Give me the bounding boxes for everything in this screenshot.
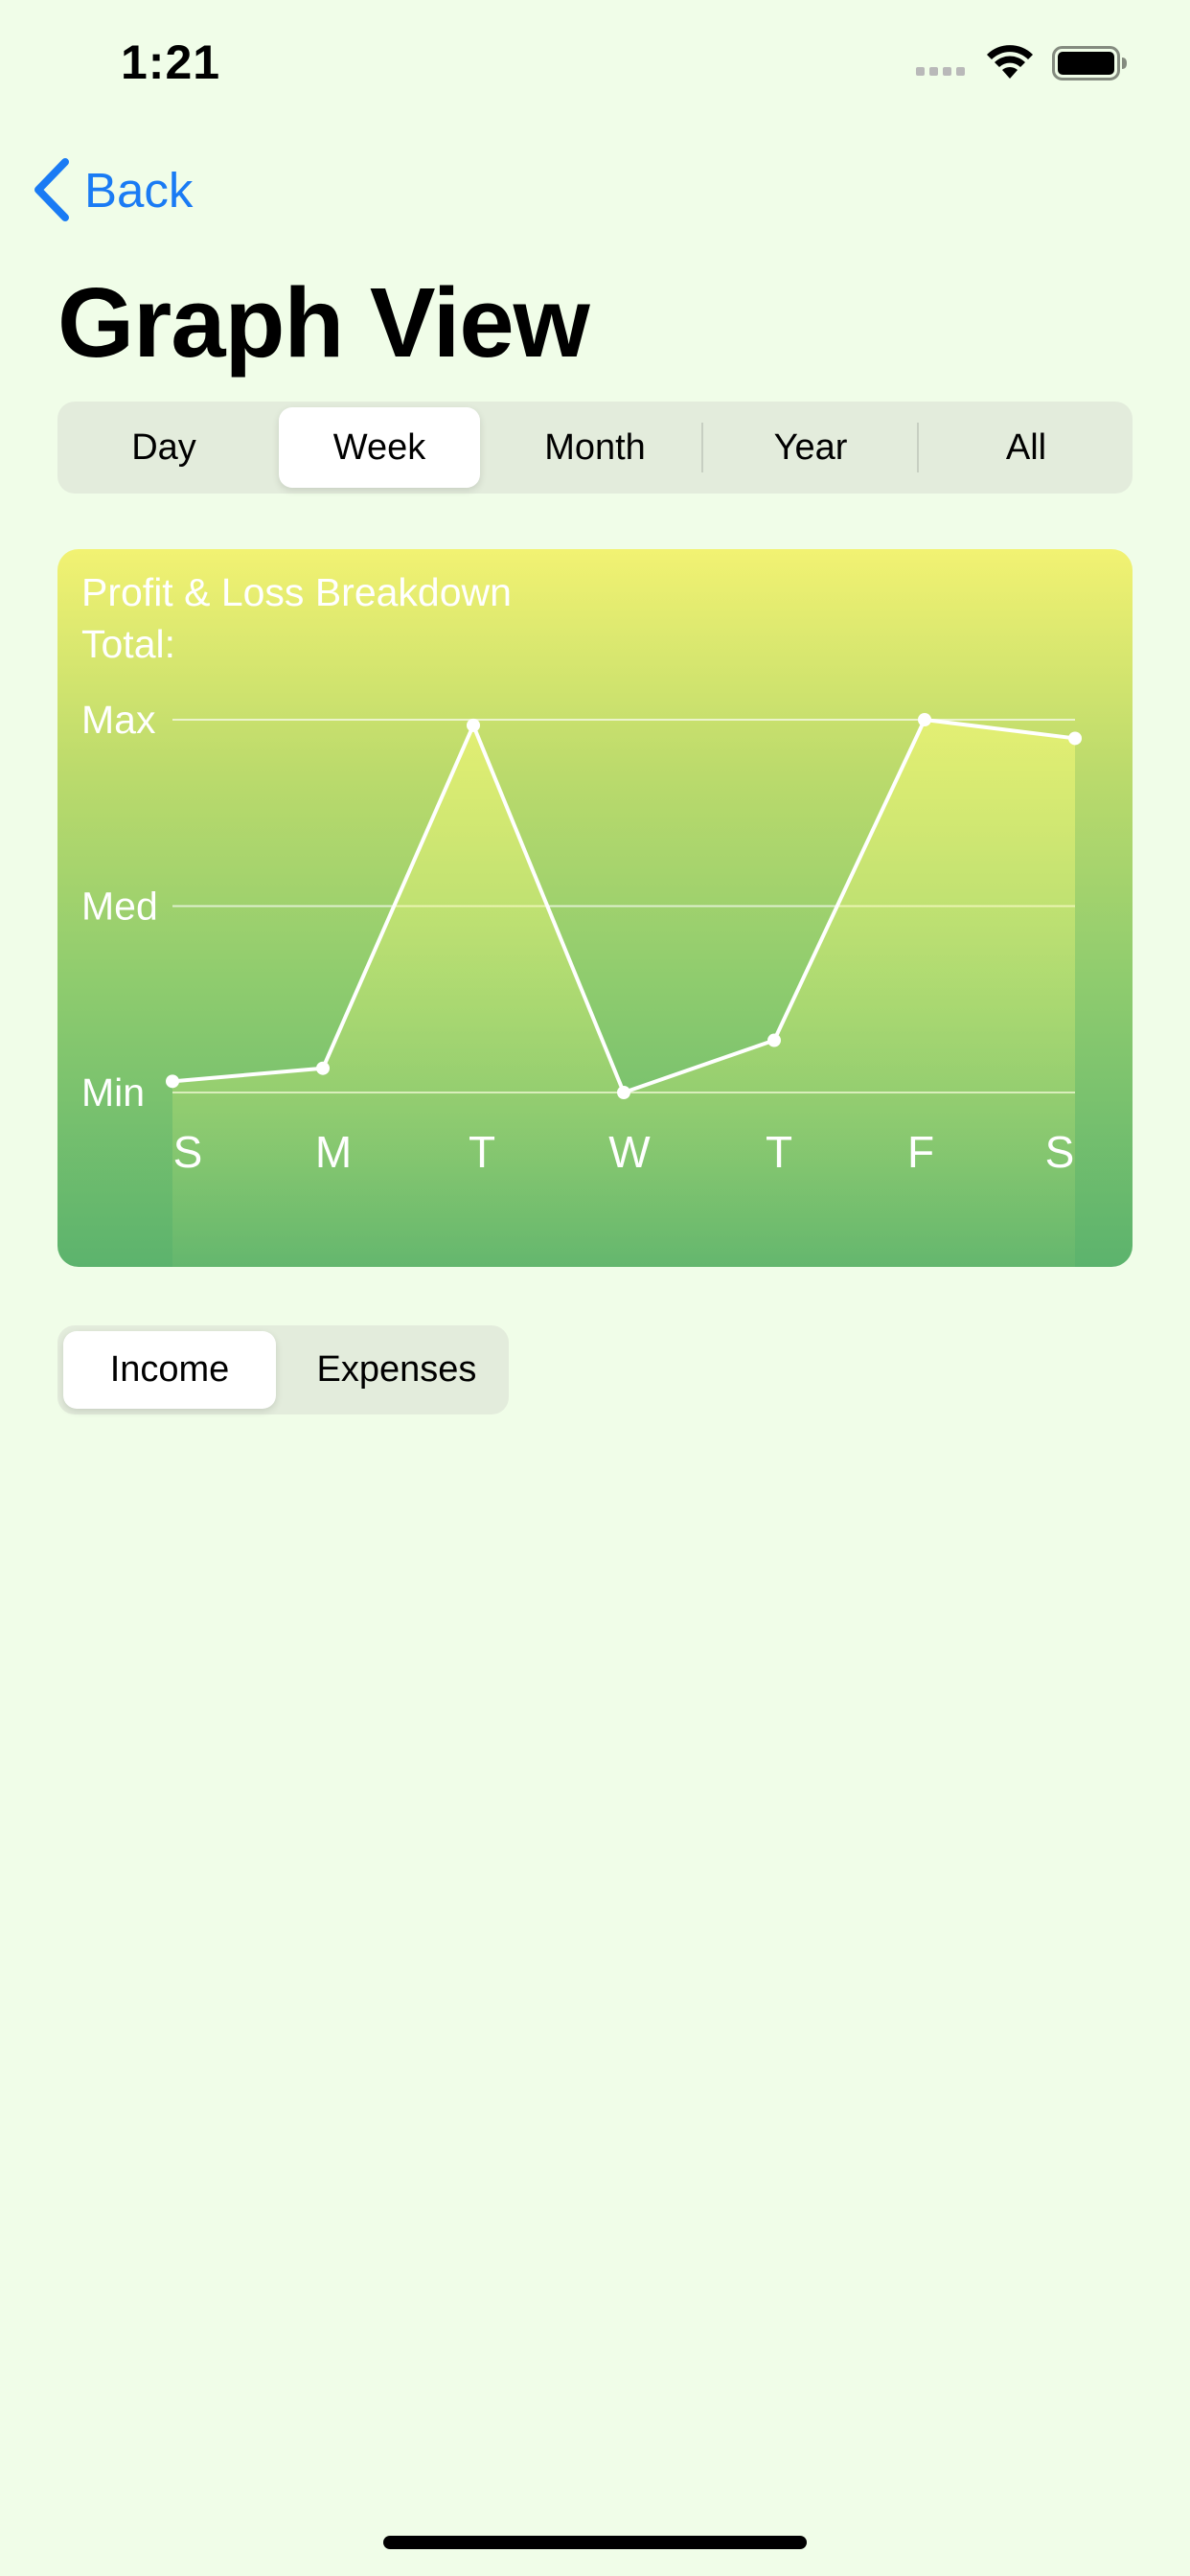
- x-tick-label: W: [608, 1127, 651, 1177]
- x-tick-label: M: [315, 1127, 352, 1177]
- segment-week[interactable]: Week: [279, 407, 480, 488]
- segment-income[interactable]: Income: [63, 1331, 276, 1409]
- x-tick-label: S: [1045, 1127, 1075, 1177]
- segment-expenses[interactable]: Expenses: [290, 1331, 503, 1409]
- y-tick-label: Max: [81, 698, 156, 742]
- x-tick-label: S: [173, 1127, 203, 1177]
- data-point: [617, 1086, 630, 1099]
- period-segmented-control: Day Week Month Year All: [57, 402, 1133, 494]
- status-bar: 1:21: [0, 0, 1190, 134]
- data-point: [316, 1061, 330, 1075]
- segment-divider: [701, 423, 703, 472]
- segment-year[interactable]: Year: [710, 407, 911, 488]
- data-point: [767, 1033, 781, 1047]
- data-point: [467, 718, 480, 732]
- back-button[interactable]: Back: [33, 153, 193, 226]
- segment-divider: [917, 423, 919, 472]
- segment-month[interactable]: Month: [494, 407, 696, 488]
- chevron-left-icon: [34, 158, 69, 221]
- wifi-icon: [987, 45, 1033, 79]
- chart-area-fill: [172, 720, 1075, 1267]
- x-tick-label: T: [766, 1127, 792, 1177]
- cellular-signal-icon: [916, 67, 965, 76]
- chart-card: Profit & Loss Breakdown Total: Max Med Min…: [57, 549, 1133, 1267]
- battery-icon: [1052, 46, 1127, 80]
- status-time: 1:21: [121, 35, 221, 89]
- y-axis-labels: Max Med Min: [81, 698, 158, 1115]
- y-tick-label: Med: [81, 885, 158, 929]
- line-chart: Max Med Min S M T W T F S: [81, 698, 1082, 1267]
- data-point: [1068, 731, 1082, 746]
- y-tick-label: Min: [81, 1070, 145, 1115]
- segment-day[interactable]: Day: [63, 407, 264, 488]
- page-title: Graph View: [57, 267, 590, 378]
- type-segmented-control: Income Expenses: [57, 1325, 509, 1414]
- segment-all[interactable]: All: [926, 407, 1127, 488]
- back-label: Back: [84, 162, 194, 218]
- x-tick-label: T: [469, 1127, 495, 1177]
- data-point: [166, 1074, 179, 1089]
- home-indicator[interactable]: [383, 2536, 807, 2549]
- data-point: [918, 713, 931, 726]
- x-tick-label: F: [907, 1127, 934, 1177]
